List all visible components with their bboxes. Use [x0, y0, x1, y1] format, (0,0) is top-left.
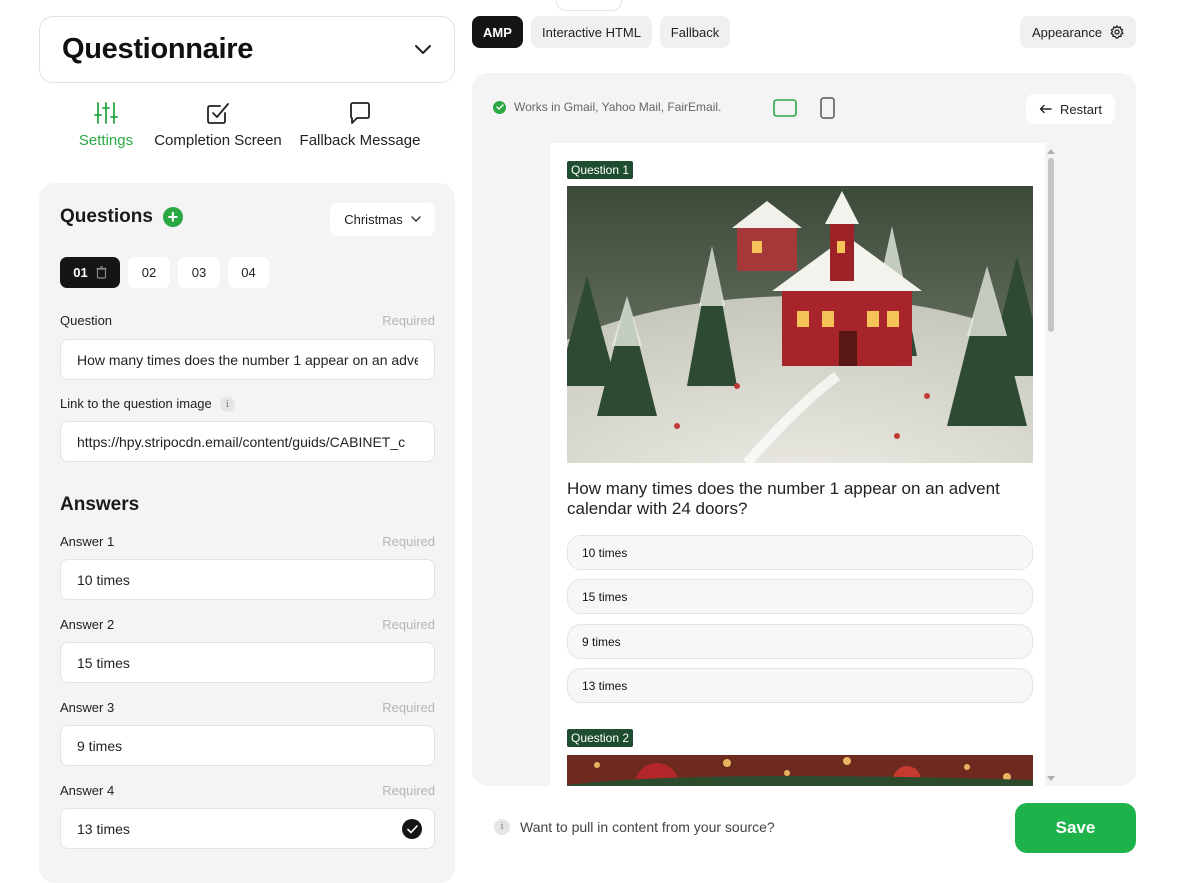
question-pill-02[interactable]: 02	[128, 257, 170, 288]
question-badge: Question 2	[567, 729, 634, 747]
answer-option[interactable]: 10 times	[567, 535, 1033, 570]
answer-label: Answer 2	[60, 617, 115, 632]
mobile-view-icon[interactable]	[820, 97, 835, 119]
answer-input-value: 13 times	[77, 820, 130, 837]
answer-label: Answer 4	[60, 783, 115, 798]
checkbox-icon	[207, 103, 229, 124]
compatibility-note: Works in Gmail, Yahoo Mail, FairEmail.	[493, 100, 721, 114]
tab-amp[interactable]: AMP	[472, 16, 523, 48]
chevron-down-icon	[411, 216, 421, 222]
christmas-ornaments-image	[567, 755, 1033, 786]
answer-input-value: 10 times	[77, 571, 130, 588]
question-badge: Question 1	[567, 161, 634, 179]
question-label: Question	[60, 313, 113, 328]
restart-button[interactable]: Restart	[1026, 94, 1115, 124]
arrow-left-icon	[1039, 104, 1052, 114]
tab-interactive-html-label: Interactive HTML	[542, 24, 641, 40]
info-icon: i	[494, 819, 510, 835]
image-link-label-text: Link to the question image	[60, 396, 212, 411]
tab-amp-label: AMP	[483, 24, 512, 40]
pull-content-text: Want to pull in content from your source…	[520, 819, 775, 835]
required-hint: Required	[382, 617, 435, 632]
compatibility-text: Works in Gmail, Yahoo Mail, FairEmail.	[514, 100, 722, 114]
question-pill-03[interactable]: 03	[178, 257, 220, 288]
required-hint: Required	[382, 313, 435, 328]
answer-input-3[interactable]: 9 times	[60, 725, 435, 766]
tab-completion-label: Completion Screen	[154, 132, 282, 149]
required-hint: Required	[382, 534, 435, 549]
answer-option[interactable]: 13 times	[567, 668, 1033, 703]
answers-title: Answers	[60, 494, 140, 515]
theme-select[interactable]: Christmas	[330, 203, 435, 236]
email-preview: Question 1 How many times does the numbe…	[550, 143, 1045, 786]
add-question-button[interactable]: +	[162, 207, 183, 227]
question-pill-label: 01	[73, 265, 88, 280]
sliders-icon	[94, 102, 118, 124]
theme-select-value: Christmas	[344, 212, 403, 227]
question-input[interactable]: How many times does the number 1 appear …	[60, 339, 435, 380]
tab-settings-label: Settings	[78, 132, 134, 149]
scroll-up-icon[interactable]	[1046, 147, 1056, 155]
required-hint: Required	[382, 783, 435, 798]
image-link-input[interactable]: https://hpy.stripocdn.email/content/guid…	[60, 421, 435, 462]
answer-input-2[interactable]: 15 times	[60, 642, 435, 683]
chevron-down-icon	[415, 44, 431, 54]
form-type-label: Questionnaire	[62, 33, 254, 65]
gear-icon	[1110, 25, 1124, 39]
tab-completion-screen[interactable]: Completion Screen	[143, 100, 293, 149]
questions-title: Questions	[60, 206, 153, 227]
question-text: How many times does the number 1 appear …	[567, 479, 1000, 518]
check-icon	[406, 824, 418, 833]
restart-label: Restart	[1060, 101, 1102, 117]
image-link-label: Link to the question image i	[60, 396, 235, 413]
answer-option[interactable]: 9 times	[567, 624, 1033, 659]
question-pill-04[interactable]: 04	[228, 257, 269, 288]
question-pill-label: 02	[141, 265, 157, 280]
trash-icon[interactable]	[96, 266, 107, 279]
desktop-view-icon[interactable]	[773, 99, 797, 117]
answer-input-value: 9 times	[77, 737, 123, 754]
tab-interactive-html[interactable]: Interactive HTML	[531, 16, 652, 48]
scroll-thumb[interactable]	[1048, 158, 1054, 332]
message-icon	[350, 102, 370, 124]
answer-option[interactable]: 15 times	[567, 579, 1033, 614]
answer-label: Answer 3	[60, 700, 115, 715]
answer-label: Answer 1	[60, 534, 115, 549]
tab-fallback-label: Fallback Message	[299, 132, 421, 149]
appearance-button[interactable]: Appearance	[1020, 16, 1136, 48]
collapse-handle[interactable]	[556, 0, 622, 11]
question-pill-label: 04	[241, 265, 256, 280]
questions-header: Questions +	[60, 206, 183, 228]
settings-tabbar: Settings Completion Screen Fallback Mess…	[39, 100, 455, 170]
scroll-down-icon[interactable]	[1046, 775, 1056, 783]
question-input-value: How many times does the number 1 appear …	[77, 351, 418, 368]
info-icon[interactable]: i	[219, 397, 235, 413]
form-type-select[interactable]: Questionnaire	[39, 16, 455, 83]
required-hint: Required	[382, 700, 435, 715]
christmas-village-image	[567, 186, 1033, 463]
tab-fallback-label: Fallback	[670, 24, 720, 40]
check-circle-icon	[493, 100, 506, 114]
question-pill-label: 03	[191, 265, 207, 280]
save-button[interactable]: Save	[1015, 803, 1136, 853]
pull-content-hint[interactable]: i Want to pull in content from your sour…	[494, 819, 775, 835]
answer-input-4[interactable]: 13 times	[60, 808, 435, 849]
image-link-value: https://hpy.stripocdn.email/content/guid…	[77, 433, 406, 450]
appearance-label: Appearance	[1031, 24, 1103, 40]
question-settings-panel	[39, 183, 455, 883]
tab-fallback-message[interactable]: Fallback Message	[285, 100, 435, 149]
correct-answer-toggle[interactable]	[402, 819, 422, 839]
answer-input-1[interactable]: 10 times	[60, 559, 435, 600]
tab-fallback[interactable]: Fallback	[660, 16, 730, 48]
answer-input-value: 15 times	[77, 654, 130, 671]
question-pill-01[interactable]: 01	[60, 257, 120, 288]
